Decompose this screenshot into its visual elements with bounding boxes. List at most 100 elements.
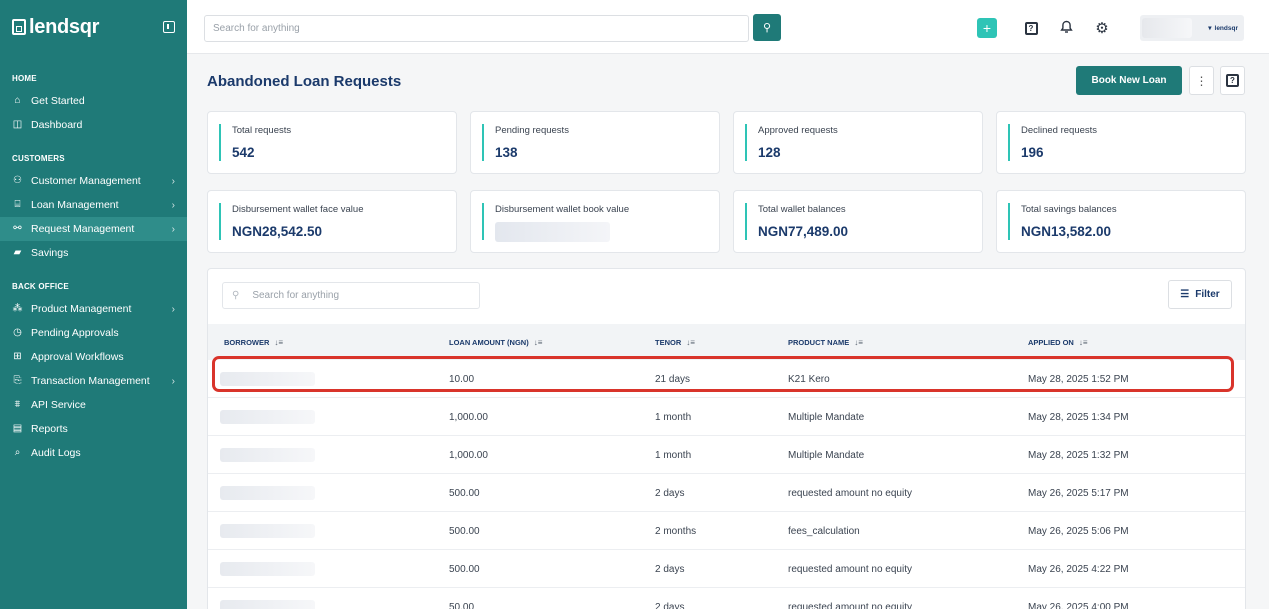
page-title: Abandoned Loan Requests (207, 73, 402, 90)
sidebar-item-get-started[interactable]: ⌂ Get Started (0, 89, 187, 113)
filter-icon: ☰ (1180, 289, 1190, 300)
lendsqr-logo[interactable]: lendsqr (12, 16, 99, 39)
column-header-label: PRODUCT NAME (788, 337, 850, 347)
sidebar-item-api-service[interactable]: ⩨ API Service (0, 393, 187, 417)
logo-text: lendsqr (29, 15, 100, 38)
book-new-loan-button[interactable]: Book New Loan (1076, 66, 1182, 95)
applied-cell: May 26, 2025 5:06 PM (1028, 525, 1129, 537)
borrower-cell (220, 398, 315, 436)
borrower-name-redacted (220, 600, 315, 609)
table-header: BORROWER ↓≡ LOAN AMOUNT (NGN) ↓≡ TENOR ↓≡ PROD… (208, 324, 1245, 360)
transaction-icon: ⎘ (13, 375, 22, 386)
global-search-input[interactable]: Search for anything (204, 15, 749, 42)
sidebar-item-dashboard[interactable]: ◫ Dashboard (0, 113, 187, 137)
sort-icon[interactable]: ↓≡ (686, 338, 695, 347)
sidebar-item-customer-management[interactable]: ⚇ Customer Management › (0, 169, 187, 193)
help-icon: ? (1024, 21, 1038, 35)
sidebar-item-label: Approval Workflows (31, 351, 124, 363)
savings-icon: ▰ (13, 247, 22, 258)
table-row[interactable]: 1,000.00 1 month Multiple Mandate May 28, 2… (208, 436, 1245, 474)
applied-cell: May 28, 2025 1:34 PM (1028, 411, 1129, 423)
home-icon: ⌂ (14, 95, 21, 106)
column-header[interactable]: APPLIED ON ↓≡ (1028, 324, 1088, 360)
sidebar-item-transaction-management[interactable]: ⎘ Transaction Management › (0, 369, 187, 393)
stat-label: Disbursement wallet face value (232, 204, 364, 215)
settings-button[interactable]: ⚙ (1091, 17, 1113, 39)
chevron-down-icon: ▾ (1208, 25, 1212, 32)
quick-add-button[interactable]: + (977, 18, 997, 38)
table-row[interactable]: 500.00 2 months fees_calculation May 26, 20… (208, 512, 1245, 550)
stat-card-body: Total savings balances NGN13,582.00 (1008, 203, 1117, 240)
sidebar-item-audit-logs[interactable]: ⌕ Audit Logs (0, 441, 187, 465)
sidebar-item-label: Dashboard (31, 119, 83, 131)
applied-cell: May 26, 2025 4:22 PM (1028, 563, 1129, 575)
filter-button[interactable]: ☰ Filter (1168, 280, 1232, 309)
profile-menu[interactable]: ▾ lendsqr (1140, 15, 1244, 41)
stat-value: NGN77,489.00 (758, 224, 849, 239)
reports-icon: ▤ (12, 423, 23, 434)
sort-icon[interactable]: ↓≡ (534, 338, 543, 347)
table-search-input[interactable]: ⚲ Search for anything (222, 282, 480, 309)
table-row[interactable]: 50.00 2 days requested amount no equity May… (208, 588, 1245, 609)
request-icon: ⚯ (13, 223, 22, 234)
column-header-label: TENOR (655, 337, 682, 347)
borrower-cell (220, 550, 315, 588)
sort-icon[interactable]: ↓≡ (1079, 338, 1088, 347)
sidebar: lendsqr HOME ⌂ Get Started ◫ Dashboard CUSTOM… (0, 0, 187, 609)
stat-card: Disbursement wallet book value (470, 190, 720, 253)
sidebar-item-request-management[interactable]: ⚯ Request Management › (0, 217, 187, 241)
workflow-icon: ⊞ (13, 351, 22, 362)
tenor-cell: 2 days (655, 487, 685, 499)
more-icon: ⋮ (1195, 73, 1208, 88)
table-row[interactable]: 1,000.00 1 month Multiple Mandate May 28, 2… (208, 398, 1245, 436)
help-glyph: ? (1230, 76, 1235, 85)
sidebar-item-reports[interactable]: ▤ Reports (0, 417, 187, 441)
table-row[interactable]: 500.00 2 days requested amount no equity Ma… (208, 474, 1245, 512)
profile-brand: lendsqr (1214, 24, 1238, 32)
sidebar-item-product-management[interactable]: ⁂ Product Management › (0, 297, 187, 321)
sidebar-item-pending-approvals[interactable]: ◷ Pending Approvals (0, 321, 187, 345)
stat-value: 196 (1021, 145, 1044, 160)
stat-value-redacted (495, 222, 610, 242)
column-header[interactable]: BORROWER ↓≡ (224, 324, 283, 360)
stat-card-body: Disbursement wallet book value (482, 203, 629, 242)
logo-row: lendsqr (0, 0, 187, 54)
stat-value: NGN13,582.00 (1021, 224, 1112, 239)
table-row[interactable]: 500.00 2 days requested amount no equity Ma… (208, 550, 1245, 588)
chevron-right-icon: › (171, 175, 175, 187)
sidebar-item-label: Loan Management (31, 199, 119, 211)
collapse-sidebar-icon[interactable] (163, 21, 175, 33)
applied-cell: May 26, 2025 4:00 PM (1028, 601, 1129, 609)
column-header[interactable]: PRODUCT NAME ↓≡ (788, 324, 863, 360)
stat-card: Approved requests 128 (733, 111, 983, 174)
stat-card-body: Disbursement wallet face value NGN28,542.… (219, 203, 363, 240)
highlighted-row-outline (212, 356, 1234, 392)
sidebar-item-savings[interactable]: ▰ Savings (0, 241, 187, 265)
column-header[interactable]: TENOR ↓≡ (655, 324, 695, 360)
column-header[interactable]: LOAN AMOUNT (NGN) ↓≡ (449, 324, 542, 360)
amount-cell: 1,000.00 (449, 411, 488, 423)
stat-card-body: Approved requests 128 (745, 124, 838, 161)
more-options-button[interactable]: ⋮ (1189, 66, 1214, 95)
page-help-button[interactable]: ? (1220, 66, 1245, 95)
product-cell: requested amount no equity (788, 487, 912, 499)
sidebar-item-loan-management[interactable]: ⌸ Loan Management › (0, 193, 187, 217)
product-cell: Multiple Mandate (788, 449, 865, 461)
borrower-cell (220, 436, 315, 474)
sidebar-section-title: HOME (12, 74, 37, 83)
global-search-button[interactable]: ⚲ (753, 14, 781, 41)
stat-value: NGN28,542.50 (232, 224, 323, 239)
sort-icon[interactable]: ↓≡ (274, 338, 283, 347)
sidebar-item-label: Audit Logs (31, 447, 81, 459)
help-button[interactable]: ? (1020, 17, 1042, 39)
search-icon: ⚲ (762, 22, 772, 34)
stat-card: Total wallet balances NGN77,489.00 (733, 190, 983, 253)
borrower-name-redacted (220, 486, 315, 500)
sidebar-item-label: Reports (31, 423, 68, 435)
borrower-cell (220, 588, 315, 609)
sidebar-item-approval-workflows[interactable]: ⊞ Approval Workflows (0, 345, 187, 369)
sort-icon[interactable]: ↓≡ (854, 338, 863, 347)
notifications-button[interactable] (1055, 17, 1077, 39)
stat-label: Total wallet balances (758, 204, 846, 215)
amount-cell: 500.00 (449, 525, 480, 537)
